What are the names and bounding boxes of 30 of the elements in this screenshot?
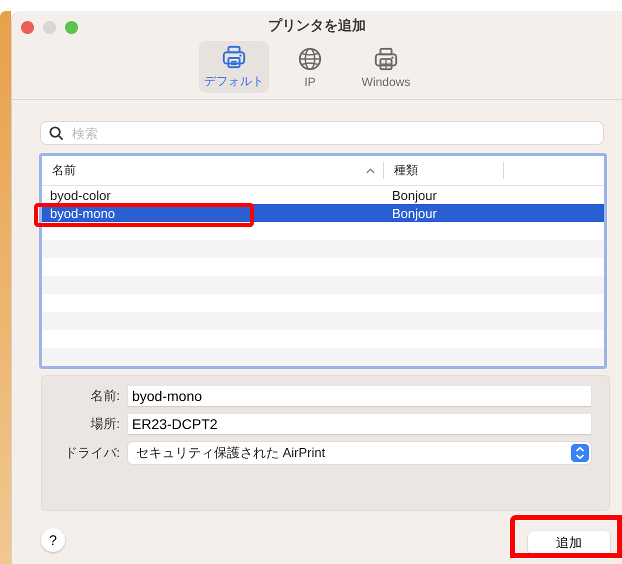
table-cell-text: byod-mono (48, 206, 116, 220)
window-title: プリンタを追加 (268, 17, 366, 35)
search-icon (48, 126, 64, 140)
driver-dropdown[interactable]: セキュリティ保護された AirPrint (128, 442, 591, 464)
table-row[interactable]: byod-mono Bonjour (42, 204, 604, 222)
zoom-button[interactable] (64, 21, 78, 34)
stepper-icon (570, 444, 589, 462)
field-label: 名前: (89, 387, 120, 405)
name-field[interactable]: byod-mono (128, 386, 591, 406)
close-button[interactable] (20, 21, 34, 34)
add-button[interactable]: 追加 (528, 531, 610, 555)
help-button[interactable]: ? (40, 528, 65, 552)
globe-icon (296, 46, 323, 72)
location-field[interactable]: ER23-DCPT2 (128, 414, 591, 434)
toolbar-tab[interactable]: Windows (350, 41, 421, 93)
toolbar-tab[interactable]: デフォルト (198, 41, 269, 93)
table-cell-text: Bonjour (390, 188, 438, 202)
search-field[interactable]: 検索 (40, 122, 603, 144)
search-input[interactable]: 検索 (70, 124, 595, 142)
column-header[interactable]: 名前 (42, 162, 384, 179)
column-header[interactable]: 種類 (384, 162, 504, 179)
table-cell-text: byod-color (48, 188, 112, 202)
printer-icon (220, 44, 247, 70)
minimize-button[interactable] (42, 21, 56, 34)
field-label: 場所: (89, 415, 120, 433)
toolbar-tab[interactable]: IP (274, 41, 345, 93)
table-cell-text: Bonjour (390, 206, 438, 220)
table-row[interactable]: byod-color Bonjour (42, 186, 604, 204)
field-label: ドライバ: (63, 444, 120, 462)
printer-icon (372, 46, 399, 72)
